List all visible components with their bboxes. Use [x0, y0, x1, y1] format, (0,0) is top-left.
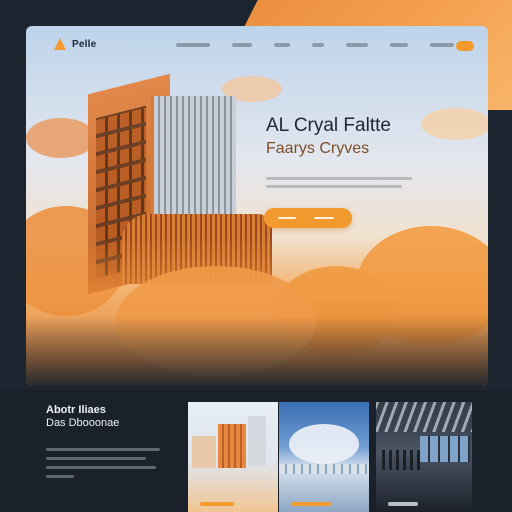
hero-subtitle: Faarys Cryves	[266, 140, 370, 157]
nav-link[interactable]	[232, 43, 252, 47]
thumbnail-caption	[200, 502, 234, 506]
nav-link[interactable]	[390, 43, 408, 47]
nav-cta-button[interactable]	[456, 41, 474, 51]
nav-link[interactable]	[312, 43, 324, 47]
logo-text: Pelle	[72, 38, 97, 50]
gallery-thumbnail-station[interactable]	[376, 402, 472, 512]
gallery-thumbnail-buildings[interactable]	[188, 402, 278, 512]
feature-title: Abotr Iliaes	[46, 404, 106, 416]
thumbnail-caption	[291, 502, 331, 506]
nav-link[interactable]	[346, 43, 368, 47]
nav-link[interactable]	[274, 43, 290, 47]
hero-card: Pelle AL Cryal Faltte Faarys Cryves	[26, 26, 488, 386]
thumbnail-roof	[376, 402, 472, 432]
text-line	[46, 475, 74, 478]
nav-link[interactable]	[430, 43, 454, 47]
text-line	[46, 457, 146, 460]
hero-bottom-fade	[26, 316, 488, 386]
feature-description	[46, 448, 176, 478]
thumbnail-building	[248, 416, 266, 466]
feature-subtitle: Das Dbooonae	[46, 417, 120, 429]
feature-block: Abotr Iliaes Das Dbooonae	[46, 404, 176, 484]
triangle-logo-icon	[54, 38, 66, 50]
text-line	[266, 177, 412, 180]
text-line	[46, 466, 156, 469]
hero-cta-button[interactable]	[264, 208, 352, 228]
thumbnail-caption	[388, 502, 418, 506]
nav-links	[176, 43, 454, 47]
cloud	[26, 118, 96, 158]
thumbnail-people	[382, 450, 422, 470]
gallery-thumbnail-sky[interactable]	[279, 402, 369, 512]
button-label-line	[278, 217, 296, 219]
thumbnail-ground	[279, 464, 369, 474]
nav-link[interactable]	[176, 43, 210, 47]
button-label-line	[314, 217, 334, 219]
text-line	[46, 448, 160, 451]
thumbnail-windows	[420, 436, 470, 462]
hero-text-block: AL Cryal Faltte Faarys Cryves	[266, 114, 466, 193]
logo[interactable]: Pelle	[54, 38, 96, 50]
thumbnail-building	[218, 424, 246, 468]
hero-description	[266, 177, 466, 188]
top-navigation: Pelle	[26, 26, 488, 66]
text-line	[266, 185, 402, 188]
thumbnail-building	[192, 436, 216, 468]
cloud	[289, 424, 359, 464]
hero-title: AL Cryal Faltte	[266, 115, 391, 136]
